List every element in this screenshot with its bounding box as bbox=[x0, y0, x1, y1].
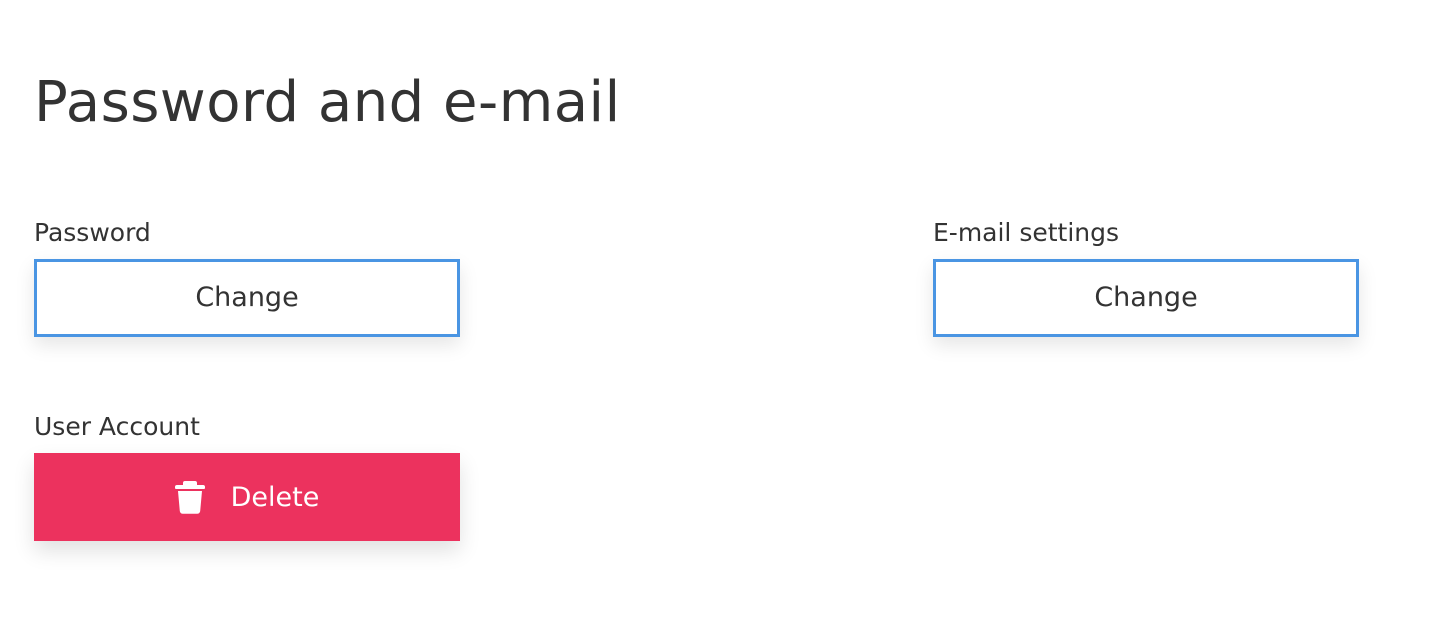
delete-account-button[interactable]: Delete bbox=[34, 453, 460, 541]
change-password-button[interactable]: Change bbox=[34, 259, 460, 337]
password-section: Password Change bbox=[34, 216, 460, 337]
change-email-button[interactable]: Change bbox=[933, 259, 1359, 337]
user-account-section: User Account Delete bbox=[34, 410, 460, 541]
email-settings-section: E-mail settings Change bbox=[933, 216, 1359, 337]
trash-icon bbox=[174, 480, 205, 514]
password-label: Password bbox=[34, 218, 151, 247]
delete-button-label: Delete bbox=[230, 481, 320, 513]
settings-page: Password and e-mail Password Change E-ma… bbox=[0, 0, 1440, 626]
user-account-label: User Account bbox=[34, 412, 200, 441]
page-title: Password and e-mail bbox=[34, 70, 621, 135]
email-settings-label: E-mail settings bbox=[933, 218, 1120, 247]
